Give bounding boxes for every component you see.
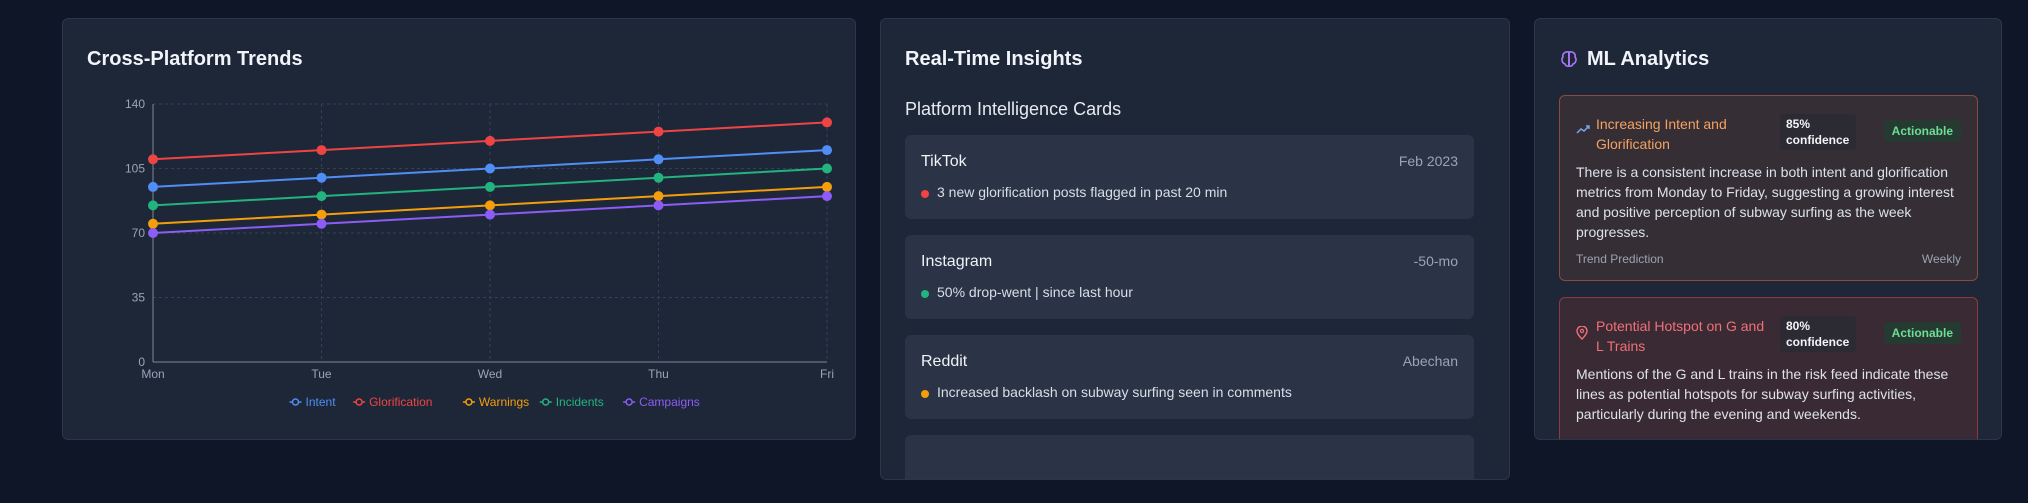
actionable-badge: Actionable (1883, 322, 1961, 344)
data-point-warnings (148, 218, 158, 229)
data-point-warnings (822, 181, 832, 192)
platform-name: TikTok (921, 153, 967, 170)
data-point-glorification (485, 135, 495, 146)
data-point-intent (653, 154, 664, 165)
platform-time: Abechan (1402, 353, 1458, 369)
legend-item-warnings: Warnings (462, 395, 529, 409)
confidence-label: 80% confidence (1780, 316, 1856, 352)
data-point-glorification (148, 154, 158, 165)
insight-text: 3 new glorification posts flagged in pas… (937, 184, 1228, 200)
y-tick-label: 140 (125, 97, 145, 111)
legend-marker (355, 398, 363, 406)
legend-item-campaigns: Campaigns (623, 395, 700, 409)
data-point-campaigns (316, 218, 327, 229)
data-point-warnings (316, 209, 327, 220)
x-tick-label: Tue (311, 367, 332, 381)
legend-item-glorification: Glorification (353, 395, 432, 409)
data-point-incidents (316, 191, 327, 202)
platform-name: Reddit (921, 353, 968, 370)
legend-item-intent: Intent (289, 395, 337, 409)
data-point-incidents (148, 200, 158, 211)
data-point-glorification (822, 117, 832, 128)
legend-item-incidents: Incidents (539, 395, 604, 409)
platform-time: Feb 2023 (1398, 153, 1458, 169)
data-point-campaigns (148, 228, 158, 238)
y-tick-label: 35 (132, 291, 146, 305)
data-point-campaigns (485, 209, 495, 220)
insight-text: 50% drop-went | since last hour (937, 284, 1133, 300)
status-dot (921, 190, 929, 198)
y-tick-label: 70 (132, 226, 146, 240)
data-point-intent (316, 172, 327, 183)
legend-label: Glorification (369, 395, 432, 409)
brain-icon (1561, 51, 1577, 67)
ml-panel: ML Analytics Increasing Intent and Glori… (1534, 18, 2002, 440)
insight-text: Increased backlash on subway surfing see… (937, 384, 1292, 400)
legend-marker (625, 398, 633, 406)
x-tick-label: Thu (648, 367, 669, 381)
insights-title: Real-Time Insights (905, 48, 1083, 70)
data-point-campaigns (653, 200, 664, 211)
legend-label: Incidents (556, 395, 604, 409)
data-point-glorification (653, 126, 664, 137)
legend-label: Intent (306, 395, 337, 409)
legend-marker (291, 398, 300, 406)
trends-panel: Cross-Platform Trends 0 35 70 105 140 Mon Tue W… (62, 18, 856, 440)
ml-card-description: There is a consistent increase in both i… (1576, 164, 1954, 240)
legend-label: Campaigns (639, 395, 700, 409)
ml-card-frequency: Weekly (1921, 252, 1961, 266)
data-point-warnings (653, 191, 664, 202)
ml-card-hotspot[interactable]: Potential Hotspot on G and L Trains 80% … (1559, 297, 1978, 439)
data-point-intent (485, 163, 495, 174)
ml-card-title: Potential Hotspot on G and L Trains (1596, 318, 1765, 354)
insights-panel: Real-Time Insights Platform Intelligence… (880, 18, 1510, 480)
data-point-glorification (316, 145, 327, 156)
insight-card-instagram[interactable]: Instagram -50-mo 50% drop-went | since l… (905, 235, 1474, 319)
platform-name: Instagram (921, 253, 993, 270)
ml-card-description: Mentions of the G and L trains in the ri… (1576, 366, 1949, 422)
legend-marker (541, 398, 550, 406)
x-tick-label: Mon (141, 367, 164, 381)
ml-title: ML Analytics (1587, 48, 1710, 70)
map-pin-icon (1576, 326, 1588, 340)
y-tick-label: 105 (125, 162, 145, 176)
status-dot (921, 290, 929, 298)
data-point-intent (822, 145, 832, 156)
confidence-label: 85% confidence (1780, 114, 1856, 150)
ml-card-trend[interactable]: Increasing Intent and Glorification 85% … (1559, 95, 1978, 281)
data-point-campaigns (822, 191, 832, 202)
data-point-incidents (653, 172, 664, 183)
insights-subtitle: Platform Intelligence Cards (905, 99, 1122, 119)
status-dot (921, 390, 929, 398)
legend-marker (465, 398, 473, 406)
trending-up-icon (1576, 125, 1590, 134)
legend-label: Warnings (479, 395, 529, 409)
platform-time: -50-mo (1413, 253, 1458, 269)
actionable-badge: Actionable (1883, 120, 1961, 142)
insight-card-reddit[interactable]: Reddit Abechan Increased backlash on sub… (905, 335, 1474, 419)
x-tick-label: Fri (820, 367, 834, 381)
x-tick-label: Wed (478, 367, 502, 381)
insight-card-tiktok[interactable]: TikTok Feb 2023 3 new glorification post… (905, 135, 1474, 219)
data-point-intent (148, 181, 158, 192)
data-point-warnings (485, 200, 495, 211)
trends-chart: 03570105140Mon Tue Wed Thu FriIntent Glorific… (125, 97, 834, 409)
ml-card-type: Trend Prediction (1576, 252, 1664, 266)
insight-card-partial[interactable] (905, 435, 1474, 479)
data-point-incidents (822, 163, 832, 174)
data-point-incidents (485, 181, 495, 192)
ml-card-title: Increasing Intent and Glorification (1596, 116, 1727, 152)
